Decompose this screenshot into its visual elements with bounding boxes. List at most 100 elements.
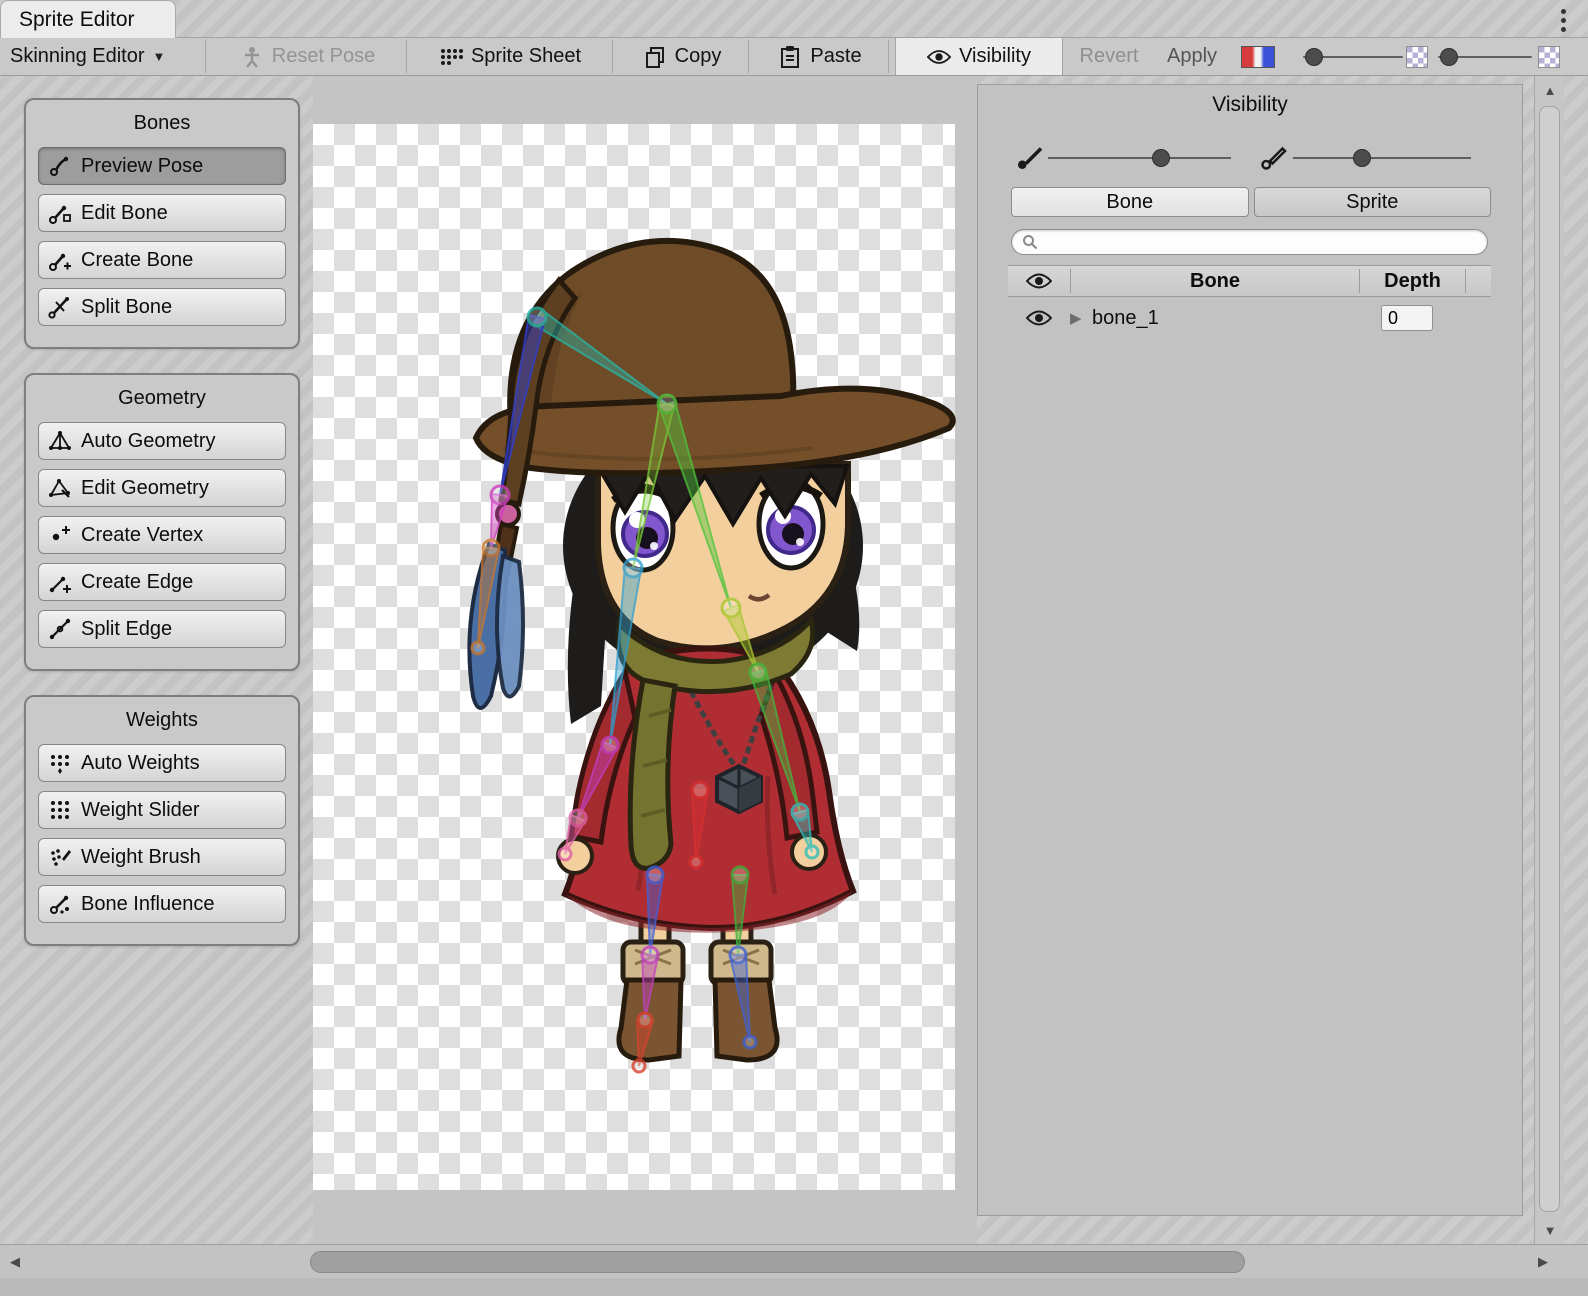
copy-button[interactable]: Copy	[620, 38, 744, 75]
auto-weights-icon	[48, 751, 72, 775]
paste-button[interactable]: Paste	[756, 38, 884, 75]
column-header-depth: Depth	[1360, 270, 1465, 293]
auto-weights-button[interactable]: Auto Weights	[38, 744, 286, 782]
eye-icon	[927, 45, 951, 69]
weights-group-title: Weights	[26, 697, 298, 744]
sprite-layer	[313, 76, 977, 1244]
reset-pose-button[interactable]: Reset Pose	[215, 38, 400, 75]
weight-brush-button[interactable]: Weight Brush	[38, 838, 286, 876]
tab-sprite[interactable]: Sprite	[1254, 187, 1492, 217]
alpha-checker-icon	[1406, 46, 1428, 68]
create-bone-icon	[48, 248, 72, 272]
create-edge-icon	[48, 570, 72, 594]
scroll-up-arrow[interactable]: ▲	[1535, 76, 1565, 104]
tab-bone[interactable]: Bone	[1011, 187, 1249, 217]
mesh-opacity-slider-thumb[interactable]	[1353, 149, 1371, 167]
bone-influence-button[interactable]: Bone Influence	[38, 885, 286, 923]
bone-row[interactable]: ▶ bone_1	[1008, 299, 1491, 337]
horizontal-scroll-thumb[interactable]	[310, 1251, 1245, 1273]
visibility-tabs: Bone Sprite	[1011, 187, 1491, 217]
visibility-sliders	[978, 137, 1522, 177]
kebab-menu-icon[interactable]	[1554, 6, 1572, 34]
split-bone-button[interactable]: Split Bone	[38, 288, 286, 326]
chevron-down-icon: ▼	[153, 49, 166, 64]
toolbar-separator	[748, 40, 749, 73]
alpha-slider-track[interactable]	[1438, 56, 1532, 58]
bone-opacity-slider-track[interactable]	[1048, 157, 1231, 159]
magnifier-icon	[1022, 234, 1038, 250]
search-field[interactable]	[1011, 229, 1488, 255]
create-bone-button[interactable]: Create Bone	[38, 241, 286, 279]
tab-label: Sprite Editor	[19, 8, 135, 32]
create-edge-button[interactable]: Create Edge	[38, 563, 286, 601]
alpha-checker-icon	[1538, 46, 1560, 68]
zoom-slider-track[interactable]	[1303, 56, 1403, 58]
vertical-scroll-thumb[interactable]	[1539, 106, 1560, 1212]
window-tab-bar: Sprite Editor	[0, 0, 1588, 38]
search-input[interactable]	[1044, 231, 1477, 253]
reset-pose-icon	[240, 45, 264, 69]
bone-name: bone_1	[1092, 307, 1381, 330]
color-swatch-icon[interactable]	[1241, 46, 1275, 68]
bone-filled-icon	[1016, 141, 1046, 171]
zoom-slider-thumb[interactable]	[1305, 48, 1323, 66]
mesh-opacity-slider-track[interactable]	[1293, 157, 1471, 159]
depth-input[interactable]	[1381, 305, 1433, 331]
column-header-bone: Bone	[1071, 270, 1359, 293]
character-sprite	[469, 241, 952, 1060]
sprite-editor-window: Sprite Editor Skinning Editor ▼ Reset Po…	[0, 0, 1588, 1296]
scroll-left-arrow[interactable]: ◀	[0, 1245, 30, 1279]
auto-geometry-button[interactable]: Auto Geometry	[38, 422, 286, 460]
geometry-group: Geometry Auto Geometry Edit Geometry Cre…	[24, 373, 300, 671]
toolbar: Skinning Editor ▼ Reset Pose Sprite Shee…	[0, 38, 1588, 76]
split-edge-icon	[48, 617, 72, 641]
paste-icon	[778, 45, 802, 69]
edit-bone-icon	[48, 201, 72, 225]
horizontal-scrollbar[interactable]: ◀ ▶	[0, 1244, 1588, 1278]
visibility-toggle-button[interactable]: Visibility	[895, 38, 1063, 75]
sprite-sheet-button[interactable]: Sprite Sheet	[414, 38, 606, 75]
revert-button[interactable]: Revert	[1068, 38, 1150, 75]
skinning-editor-label: Skinning Editor	[10, 45, 145, 68]
split-edge-button[interactable]: Split Edge	[38, 610, 286, 648]
sprite-canvas[interactable]	[313, 76, 977, 1244]
header-eye-icon[interactable]	[1008, 272, 1070, 290]
weight-slider-button[interactable]: Weight Slider	[38, 791, 286, 829]
bones-group-title: Bones	[26, 100, 298, 147]
tab-sprite-editor[interactable]: Sprite Editor	[0, 0, 176, 38]
bone-outline-icon	[1260, 141, 1290, 171]
preview-pose-icon	[48, 154, 72, 178]
copy-icon	[643, 45, 667, 69]
split-bone-icon	[48, 295, 72, 319]
create-vertex-button[interactable]: Create Vertex	[38, 516, 286, 554]
apply-button[interactable]: Apply	[1155, 38, 1229, 75]
create-vertex-icon	[48, 523, 72, 547]
edit-bone-button[interactable]: Edit Bone	[38, 194, 286, 232]
weight-brush-icon	[48, 845, 72, 869]
visibility-panel-title: Visibility	[978, 85, 1522, 117]
geometry-group-title: Geometry	[26, 375, 298, 422]
toolbar-separator	[612, 40, 613, 73]
edit-geometry-button[interactable]: Edit Geometry	[38, 469, 286, 507]
alpha-slider-thumb[interactable]	[1440, 48, 1458, 66]
skinning-editor-dropdown[interactable]: Skinning Editor ▼	[10, 38, 200, 75]
visibility-table-header: Bone Depth	[1008, 265, 1491, 297]
row-eye-toggle-icon[interactable]	[1008, 309, 1070, 327]
window-bottom-strip	[0, 1278, 1588, 1296]
preview-pose-button[interactable]: Preview Pose	[38, 147, 286, 185]
expander-triangle-icon[interactable]: ▶	[1070, 309, 1092, 327]
bone-opacity-slider-thumb[interactable]	[1152, 149, 1170, 167]
weight-slider-icon	[48, 798, 72, 822]
bones-group: Bones Preview Pose Edit Bone Create Bone…	[24, 98, 300, 349]
toolbar-separator	[205, 40, 206, 73]
auto-geometry-icon	[48, 429, 72, 453]
toolbar-separator	[406, 40, 407, 73]
vertical-scrollbar[interactable]: ▲ ▼	[1534, 76, 1564, 1244]
visibility-panel: Visibility Bone Sprite	[977, 84, 1523, 1216]
edit-geometry-icon	[48, 476, 72, 500]
sprite-sheet-icon	[439, 45, 463, 69]
scroll-right-arrow[interactable]: ▶	[1528, 1245, 1558, 1279]
scroll-down-arrow[interactable]: ▼	[1535, 1216, 1565, 1244]
weights-group: Weights Auto Weights Weight Slider Weigh…	[24, 695, 300, 946]
bone-influence-icon	[48, 892, 72, 916]
